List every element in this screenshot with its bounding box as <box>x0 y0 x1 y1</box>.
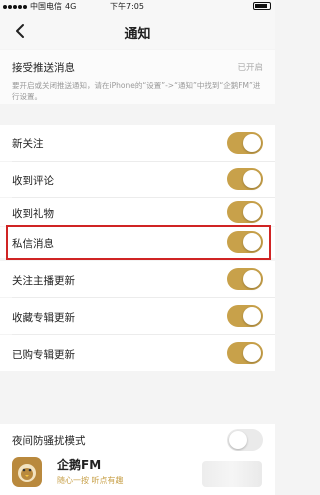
toggle-knob <box>243 307 261 325</box>
push-label: 接受推送消息 <box>12 62 75 74</box>
setting-label: 关注主播更新 <box>12 275 75 287</box>
toggle-purchased-album-updates[interactable] <box>227 342 263 364</box>
setting-label: 新关注 <box>12 138 44 150</box>
toggle-comments[interactable] <box>227 168 263 190</box>
toggle-knob <box>243 170 261 188</box>
setting-row-favorite-album-updates: 收藏专辑更新 <box>0 298 275 334</box>
signal-icon <box>3 4 27 9</box>
toggle-night-mode[interactable] <box>227 429 263 451</box>
status-time: 下午7:05 <box>110 2 144 11</box>
app-banner: 企鹅FM 随心一按 听点有趣 <box>0 451 275 495</box>
push-status: 已开启 <box>237 63 263 73</box>
setting-row-comments: 收到评论 <box>0 162 275 197</box>
status-bar: 中国电信 4G 下午7:05 <box>0 0 275 13</box>
toggle-favorite-album-updates[interactable] <box>227 305 263 327</box>
push-description: 要开启或关闭推送通知，请在iPhone的“设置”->“通知”中找到“企鹅FM”进… <box>12 81 261 101</box>
setting-row-new-follower: 新关注 <box>0 125 275 161</box>
status-bar-left: 中国电信 4G <box>3 1 76 12</box>
blurred-area <box>202 461 262 487</box>
app-name: 企鹅FM <box>57 458 102 472</box>
penguin-fm-logo <box>12 457 42 487</box>
battery-icon <box>253 2 271 10</box>
setting-row-host-updates: 关注主播更新 <box>0 261 275 297</box>
setting-row-night-mode: 夜间防骚扰模式 <box>0 424 275 451</box>
setting-label: 夜间防骚扰模式 <box>12 435 86 447</box>
setting-row-purchased-album-updates: 已购专辑更新 <box>0 335 275 371</box>
setting-label: 收藏专辑更新 <box>12 312 75 324</box>
toggle-knob <box>243 203 261 221</box>
page-title: 通知 <box>124 27 151 42</box>
setting-label: 收到评论 <box>12 175 54 187</box>
toggle-knob <box>243 344 261 362</box>
network-label: 4G <box>65 2 77 11</box>
toggle-knob <box>243 270 261 288</box>
toggle-new-follower[interactable] <box>227 132 263 154</box>
toggle-host-updates[interactable] <box>227 268 263 290</box>
nav-bar: 通知 <box>0 13 275 49</box>
carrier-label: 中国电信 <box>30 2 62 11</box>
setting-label: 收到礼物 <box>12 208 54 220</box>
toggle-gifts[interactable] <box>227 201 263 223</box>
setting-row-gifts: 收到礼物 <box>0 198 275 226</box>
toggle-knob <box>243 134 261 152</box>
app-slogan: 随心一按 听点有趣 <box>57 476 124 485</box>
highlight-box <box>6 225 271 260</box>
setting-label: 已购专辑更新 <box>12 349 75 361</box>
push-setting-row: 接受推送消息 已开启 要开启或关闭推送通知，请在iPhone的“设置”->“通知… <box>0 50 275 104</box>
toggle-knob <box>229 431 247 449</box>
penguin-logo-icon <box>18 464 36 482</box>
